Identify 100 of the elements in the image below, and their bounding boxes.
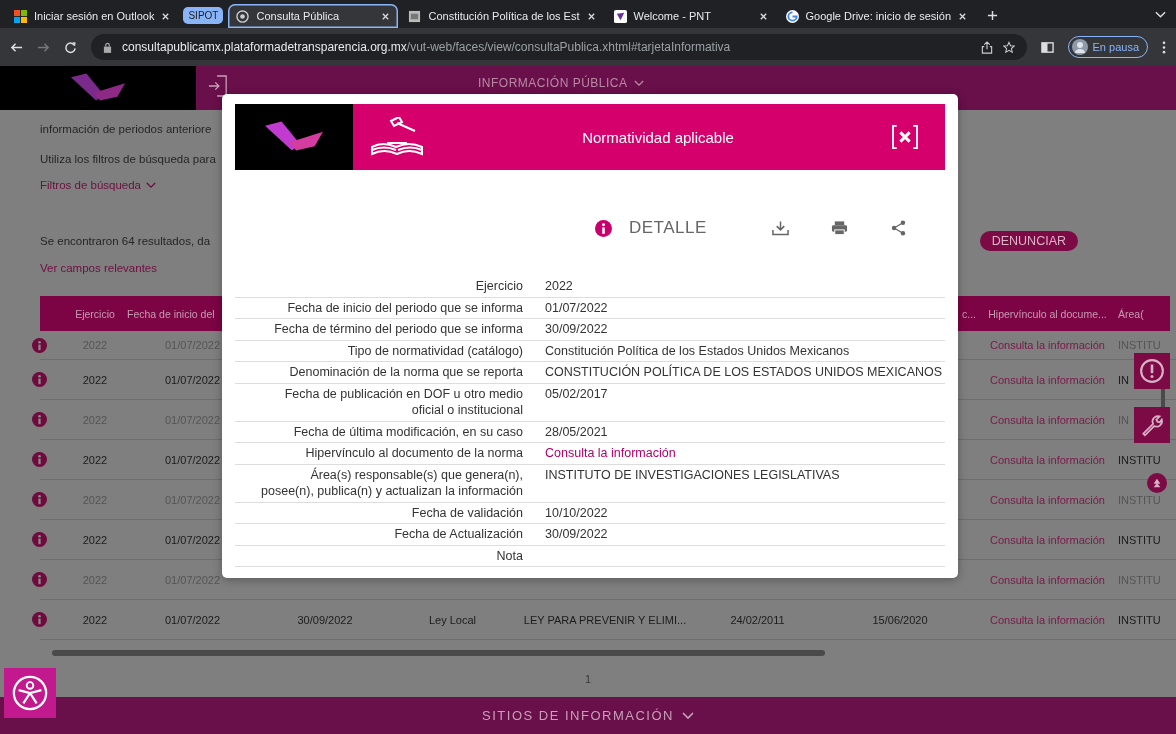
report-button[interactable]: DENUNCIAR	[979, 231, 1078, 251]
tools-button[interactable]	[1134, 407, 1170, 443]
page-number[interactable]: 1	[584, 672, 592, 685]
tab-title: Iniciar sesión en Outlook	[34, 10, 155, 22]
g-logo-icon	[785, 9, 799, 23]
field-value: 28/05/2021	[545, 424, 608, 439]
globe-icon	[236, 9, 250, 23]
url-text: consultapublicamx.plataformadetransparencia.org.mx/vut-web/faces/view/consultaPublica.xhtml#tarjetaInformativa	[122, 40, 732, 54]
table-cell: 2022	[82, 373, 108, 386]
side-panel-icon[interactable]	[1040, 40, 1054, 54]
section-menu[interactable]: INFORMACIÓN PÚBLICA	[478, 76, 644, 90]
field-label: Fecha de validación	[410, 504, 523, 521]
share-box-icon[interactable]	[980, 40, 993, 54]
ribbon-logo-icon	[69, 73, 127, 103]
ribbon-logo-icon	[263, 121, 325, 153]
info-icon[interactable]	[32, 572, 47, 587]
info-link[interactable]: Consulta la información	[990, 413, 1105, 426]
scroll-top-button[interactable]	[1147, 473, 1167, 493]
wrench-icon	[1139, 412, 1165, 438]
field-value: 05/02/2017	[545, 386, 608, 401]
field-label: Tipo de normatividad (catálogo)	[346, 342, 523, 359]
filters-link[interactable]: Filtros de búsqueda	[40, 176, 156, 194]
chevron-down-icon	[146, 181, 156, 189]
browser-tab[interactable]: Google Drive: inicio de sesión	[777, 4, 976, 28]
alert-button[interactable]	[1134, 353, 1170, 389]
sites-menu[interactable]: SITIOS DE INFORMACIÓN	[482, 708, 694, 723]
table-cell: 01/07/2022	[164, 453, 221, 466]
new-tab-icon[interactable]	[987, 10, 999, 21]
gavel-book-icon	[369, 117, 425, 157]
info-icon	[595, 219, 612, 237]
browser-tab[interactable]: Iniciar sesión en Outlook	[6, 4, 179, 28]
info-link[interactable]: Consulta la información	[990, 613, 1105, 626]
relevant-fields-link[interactable]: Ver campos relevantes	[40, 259, 157, 277]
lock-icon	[103, 41, 112, 53]
accessibility-button[interactable]	[4, 668, 56, 718]
browser-tab[interactable]: Consulta Pública	[228, 4, 399, 28]
tab-group-label[interactable]: SIPOT	[183, 7, 224, 24]
field-label: Ejercicio	[474, 278, 523, 295]
table-cell: 01/07/2022	[164, 533, 221, 546]
avatar-icon	[1071, 39, 1088, 55]
table-cell: INSTITU	[1118, 533, 1161, 546]
address-bar[interactable]: consultapublicamx.plataformadetransparencia.org.mx/vut-web/faces/view/consultaPublica.xhtml#tarjetaInformativa	[91, 34, 1027, 60]
info-link[interactable]: Consulta la información	[990, 573, 1105, 586]
table-cell: INSTITU	[1118, 613, 1161, 626]
info-link[interactable]: Consulta la información	[990, 453, 1105, 466]
login-arrow-icon[interactable]	[208, 74, 228, 98]
column-header[interactable]: Ejercicio	[75, 307, 115, 320]
info-icon[interactable]	[32, 492, 47, 507]
field-value: 2022	[545, 279, 573, 293]
reload-icon[interactable]	[64, 40, 77, 54]
close-icon[interactable]	[958, 11, 968, 21]
info-link[interactable]: Consulta la información	[990, 493, 1105, 506]
info-link[interactable]: Consulta la información	[545, 446, 676, 460]
info-link[interactable]: Consulta la información	[990, 339, 1105, 351]
close-icon[interactable]	[586, 11, 596, 21]
info-link[interactable]: Consulta la información	[990, 373, 1105, 386]
close-icon[interactable]	[381, 11, 391, 21]
info-icon[interactable]	[32, 612, 47, 627]
field-value: INSTITUTO DE INVESTIGACIONES LEGISLATIVAS	[545, 467, 840, 482]
browser-tab[interactable]: Welcome - PNT	[605, 4, 776, 28]
tab-title: Google Drive: inicio de sesión	[805, 10, 952, 22]
info-icon[interactable]	[32, 372, 47, 387]
info-link[interactable]: Consulta la información	[990, 533, 1105, 546]
column-header[interactable]: c...	[962, 307, 976, 320]
table-cell: 2022	[82, 613, 108, 626]
info-icon[interactable]	[32, 532, 47, 547]
info-icon[interactable]	[32, 412, 47, 427]
table-cell: 2022	[82, 453, 108, 466]
info-icon[interactable]	[32, 337, 47, 353]
table-cell: 24/02/2011	[730, 613, 785, 626]
table-cell: 2022	[82, 533, 108, 546]
star-icon[interactable]	[1002, 40, 1015, 54]
close-icon[interactable]	[758, 11, 768, 21]
field-value: 01/07/2022	[545, 300, 608, 315]
exclamation-circle-icon	[1139, 358, 1165, 384]
table-cell: IN	[1118, 373, 1129, 386]
browser-tab[interactable]: Constitución Política de los Est	[400, 4, 604, 28]
results-text: Se encontraron 64 resultados, da	[40, 235, 211, 247]
more-menu-icon[interactable]	[1162, 40, 1166, 54]
tab-title: Welcome - PNT	[633, 10, 712, 22]
table-cell: 01/07/2022	[164, 373, 221, 386]
column-header[interactable]: Hipervínculo al docume...	[988, 307, 1107, 320]
chevron-down-icon[interactable]	[1155, 11, 1166, 19]
swirl-logo-icon	[613, 9, 627, 23]
print-icon[interactable]	[831, 220, 848, 236]
dialog-title: Normatividad aplicable	[581, 128, 735, 146]
column-header[interactable]: Área(	[1118, 307, 1144, 320]
info-icon[interactable]	[32, 452, 47, 467]
document-icon	[408, 9, 422, 23]
tab-title: Constitución Política de los Est	[428, 10, 580, 22]
column-header[interactable]: Fecha de inicio del	[127, 307, 215, 320]
field-value: 10/10/2022	[545, 505, 608, 520]
windows-squares-icon	[14, 9, 27, 23]
intro-text: información de periodos anteriore	[40, 122, 212, 137]
download-icon[interactable]	[772, 220, 789, 236]
scrollbar-thumb[interactable]	[52, 650, 825, 656]
chevron-down-icon	[681, 711, 694, 720]
field-value: 30/09/2022	[545, 527, 608, 541]
share-icon[interactable]	[890, 220, 907, 236]
close-icon[interactable]	[161, 11, 171, 21]
